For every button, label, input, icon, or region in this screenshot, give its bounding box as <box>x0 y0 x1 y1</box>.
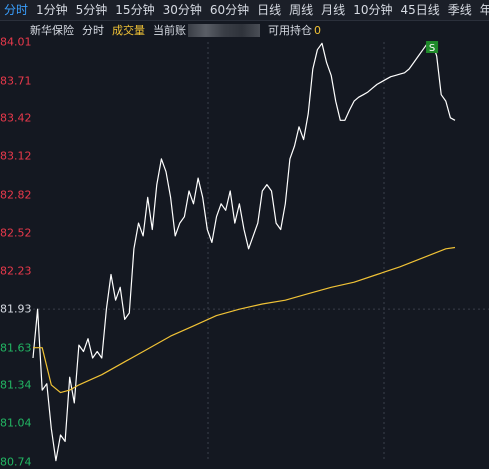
price-tick-label: 81.04 <box>0 416 32 430</box>
price-tick-label: 81.93 <box>0 302 32 316</box>
signal-marker-label: S <box>429 43 435 54</box>
price-tick-label: 80.74 <box>0 455 32 469</box>
price-tick-label: 84.01 <box>0 35 32 49</box>
price-tick-label: 82.82 <box>0 188 32 202</box>
average-price-line <box>33 246 456 394</box>
price-tick-label: 83.12 <box>0 149 32 163</box>
price-axis: 84.01 83.71 83.42 83.12 82.82 82.52 82.23 81.93… <box>0 0 32 469</box>
price-tick-label: 81.34 <box>0 378 32 392</box>
price-tick-label: 81.63 <box>0 341 32 355</box>
intraday-chart-window: 分时 1分钟 5分钟 15分钟 30分钟 60分钟 日线 周线 月线 10分钟 … <box>0 0 489 469</box>
sell-signal-marker[interactable]: S <box>426 41 439 54</box>
price-chart[interactable]: S <box>0 0 489 465</box>
price-tick-label: 82.52 <box>0 226 32 240</box>
price-tick-label: 83.71 <box>0 74 32 88</box>
price-tick-label: 82.23 <box>0 264 32 278</box>
price-line <box>32 41 456 462</box>
price-tick-label: 83.42 <box>0 111 32 125</box>
